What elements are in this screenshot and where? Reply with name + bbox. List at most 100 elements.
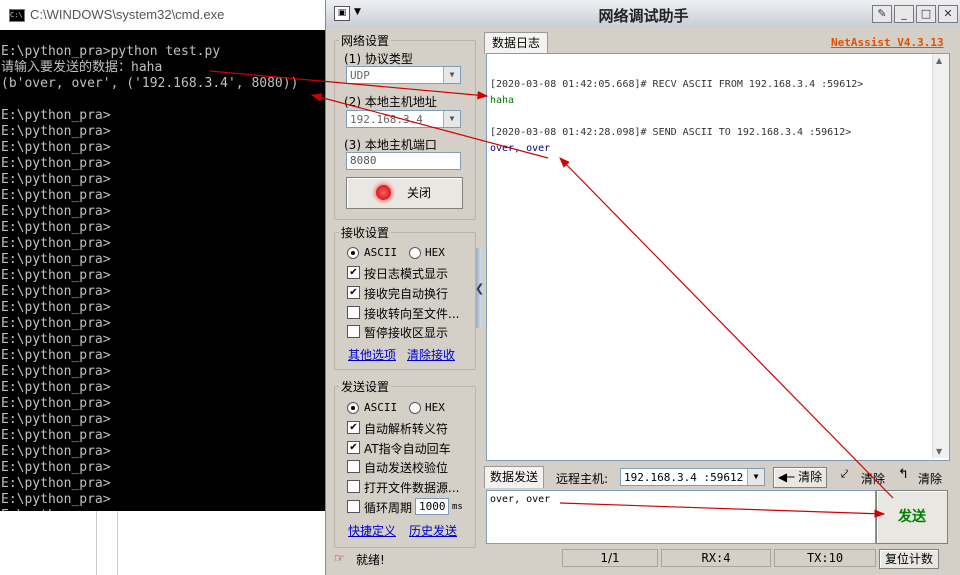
minimize-button[interactable]: _ (894, 5, 914, 23)
send-settings-label: 发送设置 (339, 378, 392, 395)
maximize-button[interactable]: □ (916, 5, 936, 23)
cmd-icon: C:\ (9, 9, 25, 22)
receive-hex-radio[interactable] (409, 247, 421, 259)
network-settings-label: 网络设置 (339, 32, 392, 49)
console-line: E:\python_pra> (1, 124, 111, 139)
netassist-window: ▣ ▼ 网络调试助手 ✎ _ □ ✕ 网络设置 (1) 协议类型 UDP ▼ (2… (325, 0, 960, 575)
clear-remote-button[interactable]: ◀─ 清除 (773, 467, 827, 488)
host-select[interactable]: 192.168.3.4 ▼ (346, 110, 461, 128)
console-line: E:\python_pra> (1, 188, 111, 203)
log-mode-checkbox[interactable]: ✔ (347, 266, 360, 279)
console-line: E:\python_pra> (1, 108, 111, 123)
receive-to-file-checkbox[interactable] (347, 306, 360, 319)
remote-host-label: 远程主机: (556, 472, 609, 486)
protocol-label: (1) 协议类型 (344, 52, 413, 66)
parse-escape-checkbox[interactable]: ✔ (347, 421, 360, 434)
scroll-down-icon[interactable]: ▼ (936, 447, 942, 456)
remote-host-value: 192.168.3.4 :59612 (624, 471, 744, 484)
host-value: 192.168.3.4 (350, 113, 423, 126)
clear-all-button[interactable]: 清除 (918, 470, 942, 487)
protocol-select[interactable]: UDP ▼ (346, 66, 461, 84)
receive-settings-label: 接收设置 (339, 224, 392, 241)
status-tx: TX:10 (774, 549, 876, 567)
chevron-left-icon[interactable]: ❮ (475, 282, 484, 295)
console-line: E:\python_pra>python test.py (1, 44, 221, 59)
tab-data-log[interactable]: 数据日志 (484, 32, 548, 54)
auto-newline-checkbox[interactable]: ✔ (347, 286, 360, 299)
console-line: E:\python_pra> (1, 236, 111, 251)
pin-icon[interactable]: ✎ (872, 5, 892, 23)
receive-hex-label: HEX (425, 246, 445, 259)
reset-counter-button[interactable]: 复位计数 (879, 549, 939, 569)
auto-checksum-label: 自动发送校验位 (364, 461, 449, 475)
send-history-link[interactable]: 历史发送 (409, 522, 457, 539)
console-line: E:\python_pra> (1, 156, 111, 171)
console-line: E:\python_pra> (1, 316, 111, 331)
send-ascii-radio[interactable] (347, 402, 359, 414)
loop-period-label: 循环周期 (364, 501, 413, 515)
loop-period-input[interactable]: 1000 (415, 498, 449, 515)
log-entry-body: haha (490, 95, 515, 106)
protocol-value: UDP (350, 69, 370, 82)
console-line: E:\python_pra> (1, 172, 111, 187)
receive-ascii-radio[interactable] (347, 247, 359, 259)
chevron-down-icon: ▼ (747, 469, 764, 485)
data-log-area[interactable]: [2020-03-08 01:42:05.668]# RECV ASCII FR… (486, 53, 950, 461)
tab-data-send[interactable]: 数据发送 (484, 466, 544, 488)
scroll-up-icon[interactable]: ▲ (936, 56, 942, 65)
send-input[interactable]: over, over (486, 490, 876, 544)
pause-display-checkbox[interactable] (347, 325, 360, 338)
console-line: E:\python_pra> (1, 396, 111, 411)
port-input[interactable]: 8080 (346, 152, 461, 170)
console-line: (b'over, over', ('192.168.3.4', 8080)) (1, 76, 299, 91)
status-ready: 就绪! (356, 553, 385, 567)
auto-checksum-checkbox[interactable] (347, 460, 360, 473)
log-entry-header: [2020-03-08 01:42:28.098]# SEND ASCII TO… (490, 127, 852, 138)
console-line: E:\python_pra> (1, 412, 111, 427)
console-line: E:\python_pra> (1, 364, 111, 379)
console-line: E:\python_pra> (1, 268, 111, 283)
send-text: over, over (490, 494, 551, 505)
console-line: E:\python_pra> (1, 332, 111, 347)
log-scrollbar[interactable]: ▲ ▼ (932, 54, 949, 458)
close-button[interactable]: ✕ (938, 5, 958, 23)
console-line: E:\python_pra> (1, 252, 111, 267)
close-connection-button[interactable]: 关闭 (346, 177, 463, 209)
console-line: E:\python_pra> (1, 204, 111, 219)
other-options-link[interactable]: 其他选项 (348, 346, 396, 363)
chevron-down-icon: ▼ (443, 67, 460, 83)
clear-receive-link[interactable]: 清除接收 (407, 346, 455, 363)
send-button[interactable]: 发送 (876, 490, 948, 544)
console-line: E:\python_pra> (1, 428, 111, 443)
cmd-console[interactable]: E:\python_pra>python test.py 请输入要发送的数据：ha… (0, 30, 325, 511)
receive-ascii-label: ASCII (364, 246, 398, 259)
divider (117, 511, 118, 575)
loop-period-checkbox[interactable] (347, 500, 360, 513)
arrow-left-icon: ◀─ (777, 470, 799, 484)
send-hex-radio[interactable] (409, 402, 421, 414)
send-ascii-label: ASCII (364, 401, 398, 414)
file-source-label: 打开文件数据源... (364, 481, 460, 495)
log-entry-body: over, over (490, 143, 551, 154)
send-hex-label: HEX (425, 401, 445, 414)
at-auto-enter-label: AT指令自动回车 (364, 442, 451, 456)
shortcut-define-link[interactable]: 快捷定义 (348, 522, 396, 539)
divider (96, 511, 97, 575)
clear-remote-label: 清除 (798, 470, 823, 484)
version-link[interactable]: NetAssist V4.3.13 (831, 36, 944, 49)
clear-send-button[interactable]: 清除 (861, 470, 885, 487)
netassist-titlebar[interactable]: ▣ ▼ 网络调试助手 ✎ _ □ ✕ (326, 0, 960, 28)
log-mode-label: 按日志模式显示 (364, 267, 449, 281)
console-line: E:\python_pra> (1, 348, 111, 363)
chevron-down-icon: ▼ (443, 111, 460, 127)
file-source-checkbox[interactable] (347, 480, 360, 493)
console-line: E:\python_pra> (1, 380, 111, 395)
console-line: E:\python_pra> (1, 140, 111, 155)
cmd-titlebar[interactable]: C:\ C:\WINDOWS\system32\cmd.exe (0, 0, 325, 30)
console-line: E:\python_pra> (1, 460, 111, 475)
console-line: E:\python_pra> (1, 492, 111, 507)
console-line: E:\python_pra> (1, 508, 111, 511)
loop-period-unit: ms (452, 502, 463, 512)
at-auto-enter-checkbox[interactable]: ✔ (347, 441, 360, 454)
remote-host-select[interactable]: 192.168.3.4 :59612 ▼ (620, 468, 765, 486)
